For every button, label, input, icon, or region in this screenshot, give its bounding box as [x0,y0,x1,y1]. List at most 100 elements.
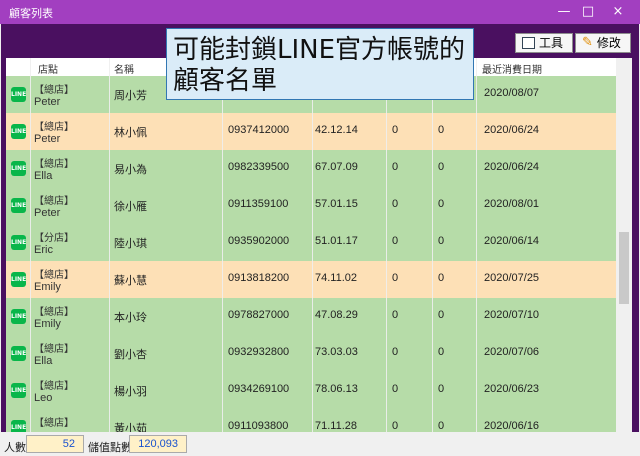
row-store: 【總店】 [34,122,74,133]
cell-a: 0 [392,272,399,284]
status-bar: 人數 52 儲值點數 120,093 [0,432,640,456]
scrollbar-thumb[interactable] [619,232,629,304]
cell-name: 楊小羽 [114,386,147,398]
row-store: 【總店】 [34,381,74,392]
cell-b: 0 [438,346,445,358]
count-field: 52 [26,435,84,453]
cell-last: 2020/08/01 [484,198,540,210]
close-button[interactable]: × [603,0,633,24]
cell-b: 0 [438,383,445,395]
cell-name: 本小玲 [114,312,147,324]
cell-last: 2020/06/24 [484,124,540,136]
row-store: 【總店】 [34,270,74,281]
row-store: 【總店】 [34,196,74,207]
store-column-header[interactable]: 店點 [38,61,58,76]
line-icon: LINE [11,309,26,324]
table-row[interactable]: LINE 【總店】 Leo 楊小羽 0934269100 78.06.13 0 0 2020/0… [6,372,616,410]
table-row[interactable]: LINE 【總店】 黃小茹 0911093800 71.11.28 0 0 2020/06/1… [6,409,616,432]
cell-phone: 0935902000 [228,235,290,247]
cell-a: 0 [392,420,399,432]
cell-birthday: 71.11.28 [315,420,358,432]
cell-phone: 0932932800 [228,346,290,358]
cell-phone: 0937412000 [228,124,290,136]
row-staff: Ella [34,355,53,367]
cell-b: 0 [438,420,445,432]
edit-button[interactable]: ✎ 修改 [575,33,631,53]
cell-last: 2020/06/16 [484,420,540,432]
line-icon: LINE [11,420,26,432]
cell-birthday: 57.01.15 [315,198,358,210]
cell-phone: 0911359100 [228,198,289,210]
cell-name: 周小芳 [114,90,147,102]
cell-phone: 0913818200 [228,272,290,284]
points-field: 120,093 [129,435,187,453]
cell-a: 0 [392,346,399,358]
cell-a: 0 [392,235,399,247]
table-row[interactable]: LINE 【總店】 Ella 易小為 0982339500 67.07.09 0 0 2020/… [6,150,616,188]
cell-phone: 0934269100 [228,383,290,395]
callout-box: 可能封鎖LINE官方帳號的顧客名單 [166,28,474,100]
cell-last: 2020/06/14 [484,235,540,247]
row-store: 【總店】 [34,418,74,429]
cell-name: 黃小茹 [114,423,147,432]
row-store: 【總店】 [34,85,74,96]
row-store: 【總店】 [34,307,74,318]
pencil-icon: ✎ [582,35,593,50]
cell-birthday: 73.03.03 [315,346,358,358]
cell-name: 林小佩 [114,127,147,139]
cell-phone: 0982339500 [228,161,290,173]
table-row[interactable]: LINE 【總店】 Emily 蘇小慧 0913818200 74.11.02 0 0 2020… [6,261,616,299]
line-icon: LINE [11,346,26,361]
table-row[interactable]: LINE 【總店】 Peter 徐小雁 0911359100 57.01.15 0 0 2020… [6,187,616,225]
cell-a: 0 [392,198,399,210]
line-icon: LINE [11,161,26,176]
line-icon: LINE [11,124,26,139]
table-row[interactable]: LINE 【總店】 Ella 劉小杏 0932932800 73.03.03 0 0 2020/… [6,335,616,373]
window-title: 顧客列表 [9,7,53,20]
cell-name: 劉小杏 [114,349,147,361]
tools-icon [522,37,535,49]
customer-table[interactable]: 店點 名稱 最近消費日期 LINE 【總店】 Peter 周小芳 2020/08/07 L… [6,58,616,432]
last-date-column-header[interactable]: 最近消費日期 [482,61,542,76]
table-row[interactable]: LINE 【總店】 Peter 林小佩 0937412000 42.12.14 0 0 2020… [6,113,616,151]
line-icon: LINE [11,383,26,398]
cell-a: 0 [392,124,399,136]
cell-birthday: 51.01.17 [315,235,358,247]
row-store: 【總店】 [34,159,74,170]
cell-birthday: 78.06.13 [315,383,358,395]
cell-last: 2020/07/10 [484,309,540,321]
cell-b: 0 [438,198,445,210]
callout-text: 可能封鎖LINE官方帳號的顧客名單 [173,35,466,96]
row-store: 【分店】 [34,233,74,244]
table-row[interactable]: LINE 【總店】 Emily 本小玲 0978827000 47.08.29 0 0 2020… [6,298,616,336]
cell-a: 0 [392,309,399,321]
cell-last: 2020/06/23 [484,383,540,395]
cell-birthday: 47.08.29 [315,309,358,321]
row-staff: Peter [34,96,61,108]
cell-a: 0 [392,383,399,395]
cell-name: 陸小琪 [114,238,147,250]
row-staff: Leo [34,392,53,404]
line-icon: LINE [11,198,26,213]
row-staff: Ella [34,170,53,182]
title-bar: 顧客列表 — □ × [0,0,640,24]
cell-b: 0 [438,235,445,247]
row-staff: Emily [34,281,61,293]
cell-a: 0 [392,161,399,173]
line-icon: LINE [11,87,26,102]
row-staff: Peter [34,133,61,145]
maximize-button[interactable]: □ [573,0,603,24]
table-row[interactable]: LINE 【分店】 Eric 陸小琪 0935902000 51.01.17 0 0 2020/… [6,224,616,262]
cell-last: 2020/07/06 [484,346,540,358]
line-icon: LINE [11,272,26,287]
name-column-header[interactable]: 名稱 [114,61,134,76]
tools-button[interactable]: 工具 [515,33,573,53]
row-staff: Emily [34,318,61,330]
row-store: 【總店】 [34,344,74,355]
cell-birthday: 74.11.02 [315,272,358,284]
cell-name: 徐小雁 [114,201,147,213]
vertical-scrollbar[interactable] [616,58,632,432]
cell-birthday: 67.07.09 [315,161,358,173]
cell-last: 2020/07/25 [484,272,540,284]
tools-label: 工具 [539,36,564,50]
